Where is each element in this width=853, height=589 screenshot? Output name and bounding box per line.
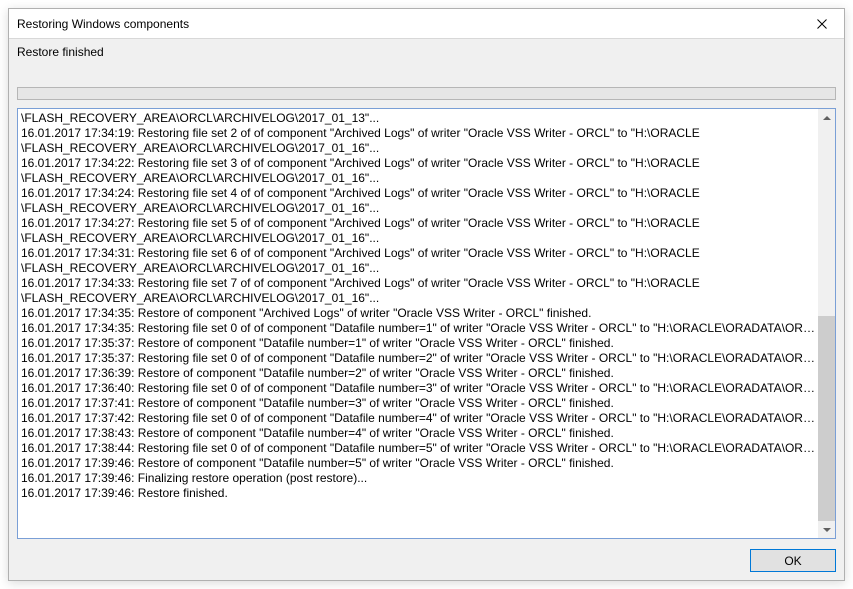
status-text: Restore finished bbox=[9, 39, 844, 59]
chevron-down-icon bbox=[823, 526, 831, 534]
log-line: \FLASH_RECOVERY_AREA\ORCL\ARCHIVELOG\201… bbox=[21, 171, 816, 186]
log-line: 16.01.2017 17:35:37: Restore of componen… bbox=[21, 336, 816, 351]
ok-button[interactable]: OK bbox=[750, 549, 836, 572]
log-line: \FLASH_RECOVERY_AREA\ORCL\ARCHIVELOG\201… bbox=[21, 291, 816, 306]
close-button[interactable] bbox=[799, 9, 844, 38]
chevron-up-icon bbox=[823, 114, 831, 122]
scroll-up-button[interactable] bbox=[818, 109, 835, 126]
log-line: 16.01.2017 17:36:39: Restore of componen… bbox=[21, 366, 816, 381]
scroll-thumb[interactable] bbox=[818, 316, 835, 521]
progress-bar bbox=[17, 87, 836, 100]
log-line: 16.01.2017 17:35:37: Restoring file set … bbox=[21, 351, 816, 366]
log-line: 16.01.2017 17:37:42: Restoring file set … bbox=[21, 411, 816, 426]
progress-area bbox=[9, 59, 844, 108]
log-line: 16.01.2017 17:38:44: Restoring file set … bbox=[21, 441, 816, 456]
log-line: 16.01.2017 17:38:43: Restore of componen… bbox=[21, 426, 816, 441]
log-line: \FLASH_RECOVERY_AREA\ORCL\ARCHIVELOG\201… bbox=[21, 141, 816, 156]
log-textbox[interactable]: \FLASH_RECOVERY_AREA\ORCL\ARCHIVELOG\201… bbox=[17, 108, 836, 539]
titlebar: Restoring Windows components bbox=[9, 9, 844, 39]
log-line: 16.01.2017 17:39:46: Restore of componen… bbox=[21, 456, 816, 471]
log-line: 16.01.2017 17:39:46: Restore finished. bbox=[21, 486, 816, 501]
log-line: \FLASH_RECOVERY_AREA\ORCL\ARCHIVELOG\201… bbox=[21, 201, 816, 216]
log-line: 16.01.2017 17:34:19: Restoring file set … bbox=[21, 126, 816, 141]
log-line: 16.01.2017 17:37:41: Restore of componen… bbox=[21, 396, 816, 411]
log-line: 16.01.2017 17:34:27: Restoring file set … bbox=[21, 216, 816, 231]
log-line: \FLASH_RECOVERY_AREA\ORCL\ARCHIVELOG\201… bbox=[21, 231, 816, 246]
scroll-track[interactable] bbox=[818, 126, 835, 521]
scroll-down-button[interactable] bbox=[818, 521, 835, 538]
dialog-footer: OK bbox=[9, 541, 844, 580]
log-line: 16.01.2017 17:34:35: Restoring file set … bbox=[21, 321, 816, 336]
close-icon bbox=[817, 19, 827, 29]
log-content: \FLASH_RECOVERY_AREA\ORCL\ARCHIVELOG\201… bbox=[18, 109, 818, 538]
window-title: Restoring Windows components bbox=[17, 17, 799, 31]
log-line: 16.01.2017 17:39:46: Finalizing restore … bbox=[21, 471, 816, 486]
log-line: 16.01.2017 17:36:40: Restoring file set … bbox=[21, 381, 816, 396]
log-line: 16.01.2017 17:34:33: Restoring file set … bbox=[21, 276, 816, 291]
dialog-window: Restoring Windows components Restore fin… bbox=[8, 8, 845, 581]
log-line: 16.01.2017 17:34:24: Restoring file set … bbox=[21, 186, 816, 201]
log-line: \FLASH_RECOVERY_AREA\ORCL\ARCHIVELOG\201… bbox=[21, 111, 816, 126]
log-area: \FLASH_RECOVERY_AREA\ORCL\ARCHIVELOG\201… bbox=[9, 108, 844, 541]
log-line: 16.01.2017 17:34:22: Restoring file set … bbox=[21, 156, 816, 171]
log-line: 16.01.2017 17:34:31: Restoring file set … bbox=[21, 246, 816, 261]
vertical-scrollbar[interactable] bbox=[818, 109, 835, 538]
log-line: 16.01.2017 17:34:35: Restore of componen… bbox=[21, 306, 816, 321]
log-line: \FLASH_RECOVERY_AREA\ORCL\ARCHIVELOG\201… bbox=[21, 261, 816, 276]
